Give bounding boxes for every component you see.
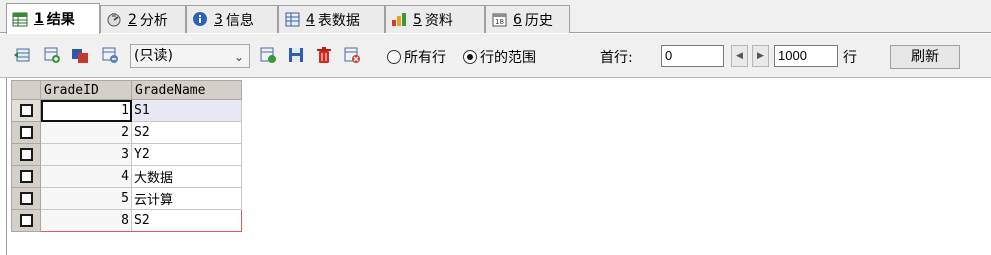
rows-unit-label: 行 [843,50,857,66]
delete-trash-icon[interactable] [315,46,333,64]
chevron-down-icon: ⌄ [233,50,244,64]
row-checkbox[interactable] [11,143,41,166]
row-checkbox[interactable] [11,121,41,144]
table-header-row: GradeID GradeName [11,80,242,100]
tab-label: 历史 [524,12,553,29]
save-changes-icon[interactable] [71,46,89,64]
row-count-input[interactable]: 1000 [774,45,838,67]
first-row-input[interactable]: 0 [661,45,724,67]
table-row[interactable]: 3 Y2 [11,143,242,166]
table-row[interactable]: 4 大数据 [11,165,242,188]
checkbox-icon [19,104,33,117]
row-checkbox[interactable] [11,99,41,122]
gradeid-cell[interactable]: 3 [40,143,132,166]
tab-info[interactable]: 3 信息 [186,5,278,33]
save-icon[interactable] [287,46,305,64]
export-icon[interactable] [259,46,277,64]
gradename-cell[interactable]: 大数据 [131,165,242,188]
checkbox-icon [19,214,33,227]
tab-number: 2 [128,11,137,28]
mode-select-value: (只读) [134,48,173,64]
tab-info-resources[interactable]: 5 资料 [385,5,485,33]
info-icon [192,11,209,28]
duplicate-row-icon[interactable] [43,46,61,64]
tab-number: 6 [513,11,522,28]
tab-number: 3 [214,11,223,28]
table-data-icon [284,11,301,28]
tab-label: 表数据 [317,12,360,29]
gradeid-cell[interactable]: 8 [40,209,132,232]
tab-label: 分析 [139,12,168,29]
gradename-cell[interactable]: S1 [131,99,242,122]
tab-number: 4 [306,11,315,28]
history-calendar-icon: 18 [491,11,508,28]
tab-results[interactable]: 1 结果 [6,3,100,34]
radio-all-rows-label: 所有行 [404,50,446,66]
gradeid-cell[interactable]: 2 [40,121,132,144]
result-grid: GradeID GradeName 1 S1 2 S2 3 Y2 4 大数据 5… [6,78,991,255]
result-tabbar: 1 结果 2 分析 3 信息 4 表数据 5 资料 18 6 历史 [0,0,991,34]
cancel-changes-icon[interactable] [343,46,361,64]
column-header-gradeid[interactable]: GradeID [40,80,132,100]
gradename-cell[interactable]: S2 [131,209,242,232]
refresh-button[interactable]: 刷新 [890,45,960,69]
select-all-header[interactable] [11,80,41,100]
tab-label: 信息 [225,12,254,29]
radio-all-rows[interactable]: 所有行 [387,47,446,67]
prev-page-button[interactable]: ◀ [731,45,748,67]
table-row[interactable]: 5 云计算 [11,187,242,210]
svg-text:18: 18 [495,18,504,26]
delete-row-icon[interactable] [101,46,119,64]
tab-label: 资料 [424,12,453,29]
tab-history[interactable]: 18 6 历史 [485,5,570,33]
row-checkbox[interactable] [11,165,41,188]
checkbox-icon [19,192,33,205]
table-row[interactable]: 8 S2 [11,209,242,232]
tab-table-data[interactable]: 4 表数据 [278,5,385,33]
insert-row-icon[interactable] [13,46,31,64]
tab-profiler[interactable]: 2 分析 [100,5,186,33]
result-table-icon [12,11,29,28]
table-row[interactable]: 1 S1 [11,99,242,122]
gradeid-cell[interactable]: 4 [40,165,132,188]
tab-number: 5 [413,11,422,28]
radio-circle [387,50,401,64]
gradename-cell[interactable]: S2 [131,121,242,144]
table-row[interactable]: 2 S2 [11,121,242,144]
gradeid-cell[interactable]: 5 [40,187,132,210]
radio-row-range[interactable]: 行的范围 [463,47,536,67]
tab-label: 结果 [46,12,75,28]
result-table: GradeID GradeName 1 S1 2 S2 3 Y2 4 大数据 5… [11,80,242,232]
chart-info-icon [391,11,408,28]
gradeid-cell[interactable]: 1 [40,99,132,122]
first-row-label: 首行: [600,50,633,66]
column-header-gradename[interactable]: GradeName [131,80,242,100]
read-only-mode-select[interactable]: (只读) ⌄ [130,44,250,68]
radio-circle-selected [463,50,477,64]
next-page-button[interactable]: ▶ [752,45,769,67]
checkbox-icon [19,170,33,183]
result-toolbar: (只读) ⌄ 所有行 行的范围 首行: 0 ◀ ▶ 1000 行 刷新 [0,34,991,78]
gradename-cell[interactable]: 云计算 [131,187,242,210]
radio-row-range-label: 行的范围 [480,50,536,66]
checkbox-icon [19,126,33,139]
tab-number: 1 [34,11,44,27]
row-checkbox[interactable] [11,209,41,232]
profiler-icon [106,11,123,28]
checkbox-icon [19,148,33,161]
row-checkbox[interactable] [11,187,41,210]
gradename-cell[interactable]: Y2 [131,143,242,166]
